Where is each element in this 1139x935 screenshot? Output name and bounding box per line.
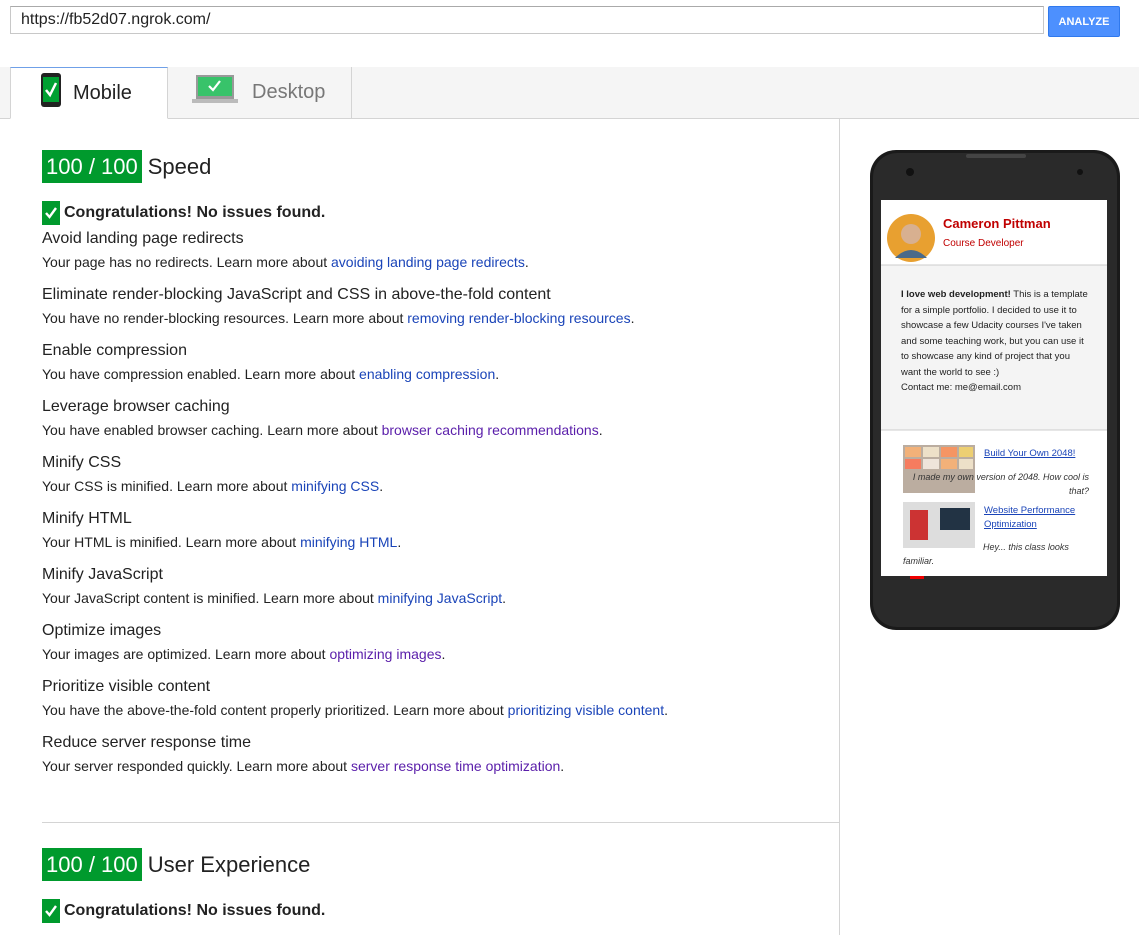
project-link-2048[interactable]: Build Your Own 2048! <box>984 448 1075 459</box>
learn-more-link[interactable]: prioritizing visible content <box>508 702 664 718</box>
preview-bio: I love web development! This is a templa… <box>901 289 1088 393</box>
learn-more-link[interactable]: minifying HTML <box>300 534 397 550</box>
ux-congrats: Congratulations! No issues found. <box>42 899 325 923</box>
desktop-laptop-icon <box>192 74 238 111</box>
learn-more-link[interactable]: minifying JavaScript <box>378 590 503 606</box>
rule-item: Minify JavaScript Your JavaScript content… <box>42 563 668 619</box>
tab-desktop-label: Desktop <box>252 81 326 103</box>
rule-title: Optimize images <box>42 622 162 639</box>
speed-heading: Speed <box>147 153 212 179</box>
learn-more-link[interactable]: server response time optimization <box>351 758 560 774</box>
learn-more-link[interactable]: avoiding landing page redirects <box>331 254 525 270</box>
ux-section: 100 / 100 User Experience Congratulation… <box>42 848 325 923</box>
rule-title: Minify CSS <box>42 454 122 471</box>
rule-item: Avoid landing page redirects Your page ha… <box>42 227 668 283</box>
analyze-button[interactable]: ANALYZE <box>1048 6 1120 37</box>
tab-desktop[interactable]: Desktop <box>168 67 352 118</box>
learn-more-link[interactable]: minifying CSS <box>291 478 379 494</box>
project-desc-performance: Hey... this class looks familiar. <box>903 542 1069 566</box>
speed-score-badge: 100 / 100 <box>42 150 142 183</box>
rule-item: Minify HTML Your HTML is minified. Learn … <box>42 507 668 563</box>
rule-title: Enable compression <box>42 342 187 359</box>
speed-section: 100 / 100 Speed Congratulations! No issu… <box>42 150 668 787</box>
mobile-phone-icon <box>41 73 61 113</box>
rule-item: Reduce server response time Your server r… <box>42 731 668 787</box>
learn-more-link[interactable]: enabling compression <box>359 366 495 382</box>
preview-contact: Contact me: me@email.com <box>901 382 1021 393</box>
rule-item: Optimize images Your images are optimized… <box>42 619 668 675</box>
learn-more-link[interactable]: removing render-blocking resources <box>407 310 630 326</box>
preview-name: Cameron Pittman <box>943 216 1051 231</box>
mobile-preview: Cameron Pittman Course Developer I love … <box>870 150 1120 635</box>
speed-congrats: Congratulations! No issues found. <box>42 201 668 225</box>
project-desc-2048: I made my own version of 2048. How cool … <box>912 472 1089 496</box>
rule-title: Prioritize visible content <box>42 678 211 695</box>
device-tabs: Mobile Desktop <box>0 67 1139 119</box>
rule-item: Prioritize visible content You have the a… <box>42 675 668 731</box>
rule-title: Minify JavaScript <box>42 566 163 583</box>
section-divider <box>42 822 839 823</box>
rule-description: You have no render-blocking resources. L… <box>42 310 635 326</box>
tab-mobile-label: Mobile <box>73 81 132 104</box>
rule-description: Your JavaScript content is minified. Lea… <box>42 590 507 606</box>
project-link-performance[interactable]: Website Performance Optimization <box>984 504 1084 532</box>
rule-description: Your images are optimized. Learn more ab… <box>42 646 446 662</box>
rule-description: Your CSS is minified. Learn more about m… <box>42 478 384 494</box>
url-bar: ANALYZE <box>0 0 1139 44</box>
rule-description: You have compression enabled. Learn more… <box>42 366 500 382</box>
learn-more-link[interactable]: browser caching recommendations <box>382 422 599 438</box>
ux-heading: User Experience <box>147 851 311 877</box>
rule-item: Eliminate render-blocking JavaScript and… <box>42 283 668 339</box>
results-panel: 100 / 100 Speed Congratulations! No issu… <box>0 118 840 935</box>
rule-description: Your page has no redirects. Learn more a… <box>42 254 529 270</box>
rule-description: You have the above-the-fold content prop… <box>42 702 668 718</box>
url-input[interactable] <box>10 6 1044 34</box>
checkmark-icon <box>42 201 60 225</box>
tab-mobile[interactable]: Mobile <box>10 67 168 119</box>
rule-title: Avoid landing page redirects <box>42 230 244 247</box>
rule-item: Enable compression You have compression e… <box>42 339 668 395</box>
rule-description: Your server responded quickly. Learn mor… <box>42 758 565 774</box>
rule-description: You have enabled browser caching. Learn … <box>42 422 603 438</box>
rule-title: Leverage browser caching <box>42 398 230 415</box>
preview-role: Course Developer <box>943 238 1024 249</box>
rule-description: Your HTML is minified. Learn more about … <box>42 534 402 550</box>
learn-more-link[interactable]: optimizing images <box>329 646 441 662</box>
rule-title: Minify HTML <box>42 510 132 527</box>
rule-title: Eliminate render-blocking JavaScript and… <box>42 286 551 303</box>
rule-title: Reduce server response time <box>42 734 251 751</box>
ux-score-badge: 100 / 100 <box>42 848 142 881</box>
rule-item: Leverage browser caching You have enabled… <box>42 395 668 451</box>
checkmark-icon <box>42 899 60 923</box>
rule-item: Minify CSS Your CSS is minified. Learn mo… <box>42 451 668 507</box>
